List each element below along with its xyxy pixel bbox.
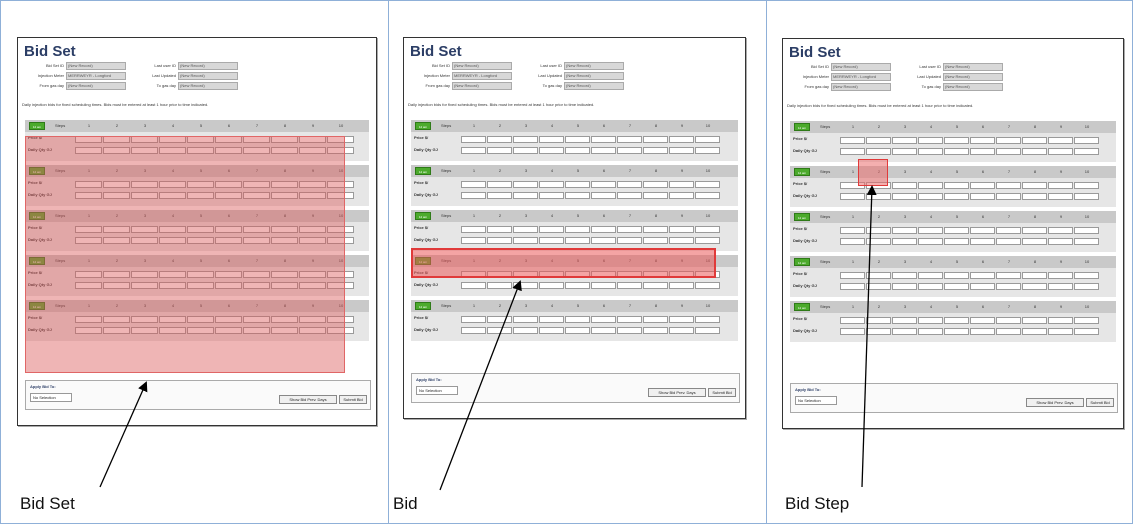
bid-step-arrow — [861, 185, 877, 488]
bid-arrow — [439, 280, 522, 491]
bid-set-arrow — [99, 381, 148, 488]
annotation-arrows — [99, 185, 877, 491]
